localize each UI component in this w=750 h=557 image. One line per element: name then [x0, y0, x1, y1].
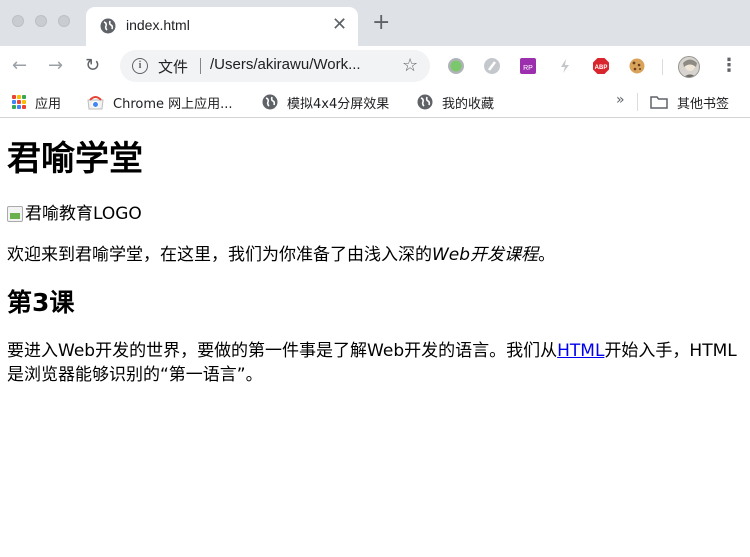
- chrome-store-icon: [87, 96, 104, 110]
- bookmark-star-icon[interactable]: ☆: [402, 55, 418, 76]
- bookmark-label: 应用: [35, 96, 62, 112]
- tab-title: index.html: [126, 17, 190, 33]
- bookmarks-divider: [637, 93, 638, 111]
- bookmark-label: Chrome 网上应用...: [113, 96, 233, 112]
- abp-label: ABP: [595, 65, 608, 71]
- lesson-heading: 第3课: [7, 288, 75, 317]
- page-title: 君喻学堂: [7, 139, 143, 179]
- wand-icon[interactable]: [483, 57, 501, 75]
- logo-image: 君喻教育LOGO: [7, 203, 743, 225]
- avatar-icon: [683, 59, 697, 77]
- bookmark-favorites[interactable]: 我的收藏: [417, 92, 494, 112]
- close-window-button[interactable]: [12, 15, 24, 27]
- tab-index-html[interactable]: index.html ✕: [86, 7, 358, 46]
- scheme-label: 文件: [158, 58, 189, 76]
- close-tab-icon[interactable]: ✕: [332, 15, 347, 35]
- globe-icon: [262, 94, 278, 110]
- browser-menu-button[interactable]: ⋮: [720, 55, 738, 77]
- logo-alt-text: 君喻教育LOGO: [25, 204, 142, 224]
- forward-button[interactable]: →: [48, 55, 63, 77]
- address-bar[interactable]: i 文件 /Users/akirawu/Work... ☆: [120, 50, 430, 82]
- lightning-icon[interactable]: [556, 57, 574, 75]
- rp-icon[interactable]: RP: [519, 57, 537, 75]
- reload-button[interactable]: ↻: [85, 55, 100, 77]
- profile-avatar[interactable]: [678, 56, 700, 78]
- bookmark-apps[interactable]: 应用: [12, 92, 61, 112]
- para-text-before: 要进入Web开发的世界，要做的第一件事是了解Web开发的语言。我们从: [7, 341, 558, 361]
- intro-end: 。: [538, 245, 556, 265]
- apps-grid-icon: [12, 95, 26, 109]
- omnibox-divider: [200, 58, 201, 74]
- maximize-window-button[interactable]: [58, 15, 70, 27]
- back-button[interactable]: ←: [12, 55, 27, 77]
- bookmark-4x4-split[interactable]: 模拟4x4分屏效果: [262, 92, 389, 112]
- toolbar-divider: [662, 59, 663, 75]
- broken-image-icon: [7, 206, 23, 222]
- url-text[interactable]: /Users/akirawu/Work...: [210, 56, 361, 73]
- bookmark-other-folder[interactable]: 其他书签: [650, 92, 729, 112]
- intro-emphasis: Web开发课程: [432, 245, 539, 265]
- adblock-icon[interactable]: ABP: [592, 57, 610, 75]
- page-content: 君喻学堂 君喻教育LOGO 欢迎来到君喻学堂，在这里，我们为你准备了由浅入深的W…: [0, 119, 750, 557]
- green-circle-icon[interactable]: [447, 57, 465, 75]
- bookmarks-overflow-button[interactable]: »: [616, 92, 625, 108]
- bookmark-label: 模拟4x4分屏效果: [287, 96, 390, 112]
- bookmark-chrome-store[interactable]: Chrome 网上应用...: [87, 92, 233, 112]
- minimize-window-button[interactable]: [35, 15, 47, 27]
- cookie-icon[interactable]: [628, 57, 646, 75]
- folder-icon: [650, 96, 668, 109]
- rp-label: RP: [523, 65, 533, 72]
- toolbar: ← → ↻ i 文件 /Users/akirawu/Work... ☆ RP A…: [0, 46, 750, 86]
- bookmark-label: 我的收藏: [442, 96, 495, 112]
- bookmark-label: 其他书签: [677, 96, 730, 112]
- intro-text: 欢迎来到君喻学堂，在这里，我们为你准备了由浅入深的: [7, 245, 432, 265]
- intro-paragraph: 欢迎来到君喻学堂，在这里，我们为你准备了由浅入深的Web开发课程。: [7, 243, 743, 267]
- globe-icon: [100, 18, 116, 34]
- globe-icon: [417, 94, 433, 110]
- new-tab-button[interactable]: +: [372, 12, 390, 34]
- info-icon[interactable]: i: [132, 58, 148, 74]
- html-link[interactable]: HTML: [557, 341, 604, 361]
- body-paragraph: 要进入Web开发的世界，要做的第一件事是了解Web开发的语言。我们从HTML开始…: [7, 339, 737, 387]
- tab-strip: index.html ✕ +: [0, 0, 750, 46]
